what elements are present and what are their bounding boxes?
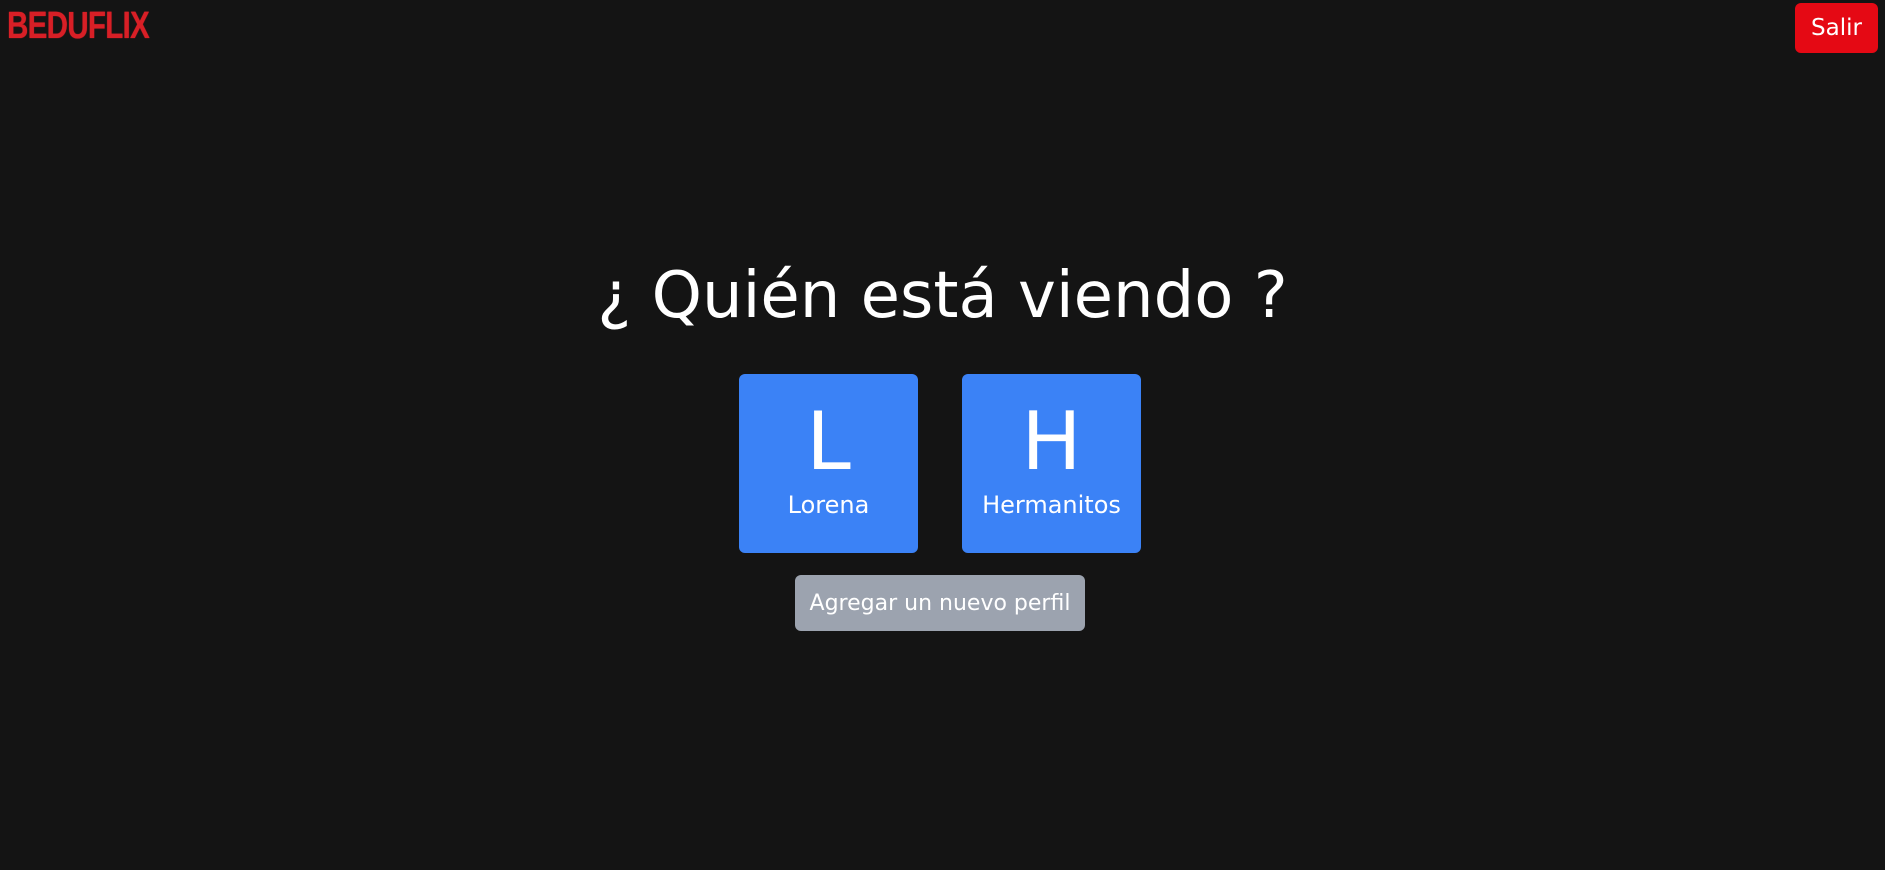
profile-card-hermanitos[interactable]: H Hermanitos (962, 374, 1141, 553)
page-title: ¿ Quién está viendo ? (597, 259, 1288, 333)
logout-button[interactable]: Salir (1795, 3, 1878, 53)
profile-initial: H (1021, 395, 1082, 488)
profile-card-lorena[interactable]: L Lorena (739, 374, 918, 553)
profile-name: Hermanitos (982, 491, 1121, 519)
add-profile-button[interactable]: Agregar un nuevo perfil (795, 575, 1085, 631)
profile-initial: L (806, 395, 851, 488)
profile-name: Lorena (787, 491, 870, 519)
beduflix-logo[interactable]: BEDUFLIX (7, 2, 150, 50)
profile-list: L Lorena H Hermanitos (739, 374, 1141, 554)
top-bar: BEDUFLIX Salir (0, 0, 1885, 56)
